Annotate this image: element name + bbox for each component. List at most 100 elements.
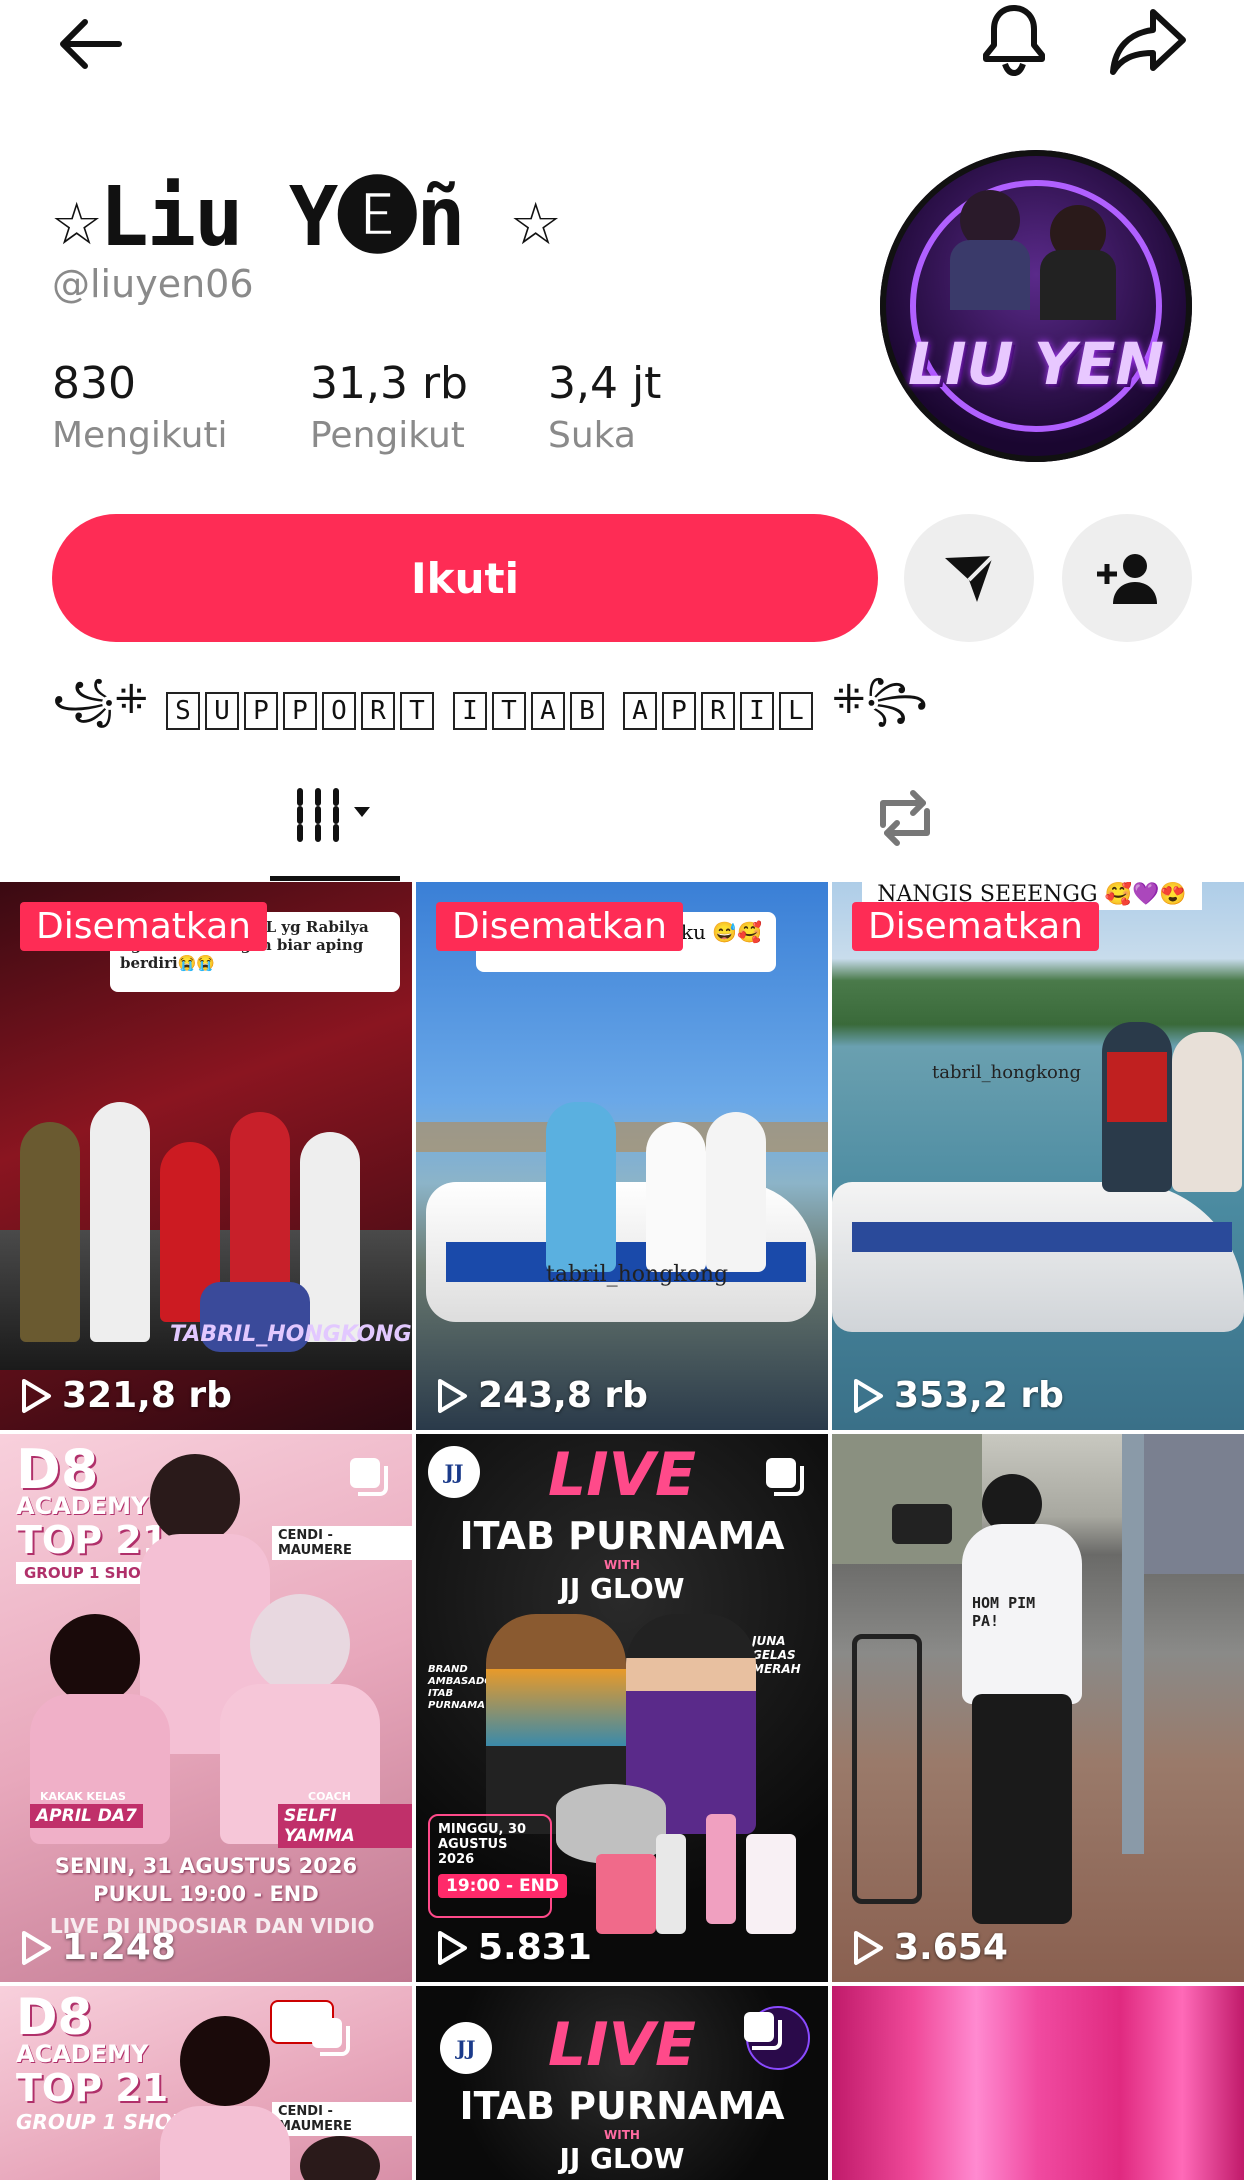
stat-likes-value: 3,4 jt — [548, 358, 662, 409]
poster-left-name: APRIL DA7 — [30, 1804, 143, 1828]
poster-right-tag: JUNA GELAS MERAH — [752, 1634, 801, 1676]
grid-icon — [297, 788, 370, 842]
back-button[interactable] — [48, 8, 132, 80]
poster-left-role: KAKAK KELAS — [40, 1790, 126, 1803]
stat-followers-label: Pengikut — [310, 415, 465, 456]
video-watermark: tabril_hongkong — [932, 1062, 1082, 1083]
bio-letter: B — [570, 692, 604, 730]
bio-letter: O — [322, 692, 356, 730]
video-watermark: tabril_hongkong — [546, 1262, 729, 1287]
video-tile[interactable]: JJ LIVE ITAB PURNAMA WITH JJ GLOW BRAND … — [416, 1434, 828, 1982]
bio: ꧁⁜ SUPPORT ITAB APRIL ⁜꧂ — [52, 668, 928, 750]
poster-time: 19:00 - END — [438, 1874, 567, 1898]
poster-top21: TOP 21 — [16, 2066, 169, 2110]
tab-videos-indicator — [270, 876, 400, 881]
poster-tag: CENDI - MAUMERE — [272, 2102, 412, 2136]
stat-followers[interactable]: 31,3 rb Pengikut — [310, 358, 468, 456]
stat-following-value: 830 — [52, 358, 136, 409]
video-watermark: TABRIL_HONGKONG — [170, 1322, 412, 1347]
poster-tag: CENDI - MAUMERE — [272, 1526, 412, 1560]
view-count: 3.654 — [852, 1927, 1008, 1968]
multi-photo-icon — [744, 2012, 782, 2050]
stat-following-label: Mengikuti — [52, 415, 228, 456]
view-count-value: 353,2 rb — [894, 1375, 1064, 1416]
pinned-badge: Disematkan — [852, 902, 1099, 951]
poster-time: PUKUL 19:00 - END — [93, 1882, 319, 1906]
bio-letter: U — [205, 692, 239, 730]
stat-followers-value: 31,3 rb — [310, 358, 468, 409]
video-tile[interactable]: JJ LIVE ITAB PURNAMA WITH JJ GLOW — [416, 1986, 828, 2180]
video-tile[interactable]: t aku iku 😅🥰 tabril_hongkong Disematkan … — [416, 882, 828, 1430]
view-count-value: 1.248 — [62, 1927, 176, 1968]
bio-letter: R — [701, 692, 735, 730]
video-grid: a fokus ke TABRIL yg Rabilya ngulurkan t… — [0, 882, 1244, 2180]
bio-word-april: APRIL — [623, 688, 818, 730]
bio-letter: P — [662, 692, 696, 730]
share-button[interactable] — [1108, 4, 1188, 80]
view-count: 353,2 rb — [852, 1375, 1064, 1416]
bio-letter: L — [779, 692, 813, 730]
stat-likes-label: Suka — [548, 415, 636, 456]
view-count: 243,8 rb — [436, 1375, 648, 1416]
poster-left-tag: BRAND AMBASADOR ITAB PURNAMA — [428, 1664, 501, 1711]
message-button[interactable] — [904, 514, 1034, 642]
send-message-icon — [945, 554, 995, 602]
poster-subtitle: JJ GLOW — [559, 1572, 685, 1605]
pinned-badge: Disematkan — [436, 902, 683, 951]
multi-photo-icon — [766, 1458, 804, 1496]
avatar-logo-text: LIU YEN — [908, 330, 1164, 398]
video-tile[interactable]: NANGIS SEEENGG 🥰💜😍 tabril_hongkong Disem… — [832, 882, 1244, 1430]
bio-word-itab: ITAB — [453, 688, 609, 730]
bio-letter: A — [623, 692, 657, 730]
tab-videos[interactable] — [270, 770, 400, 860]
avatar[interactable]: LIU YEN — [880, 150, 1192, 462]
poster-with: WITH — [604, 2128, 640, 2142]
poster-date: SENIN, 31 AGUSTUS 2026 — [54, 1854, 358, 1878]
view-count-value: 3.654 — [894, 1927, 1008, 1968]
stat-likes[interactable]: 3,4 jt Suka — [548, 358, 661, 456]
bio-letter: I — [453, 692, 487, 730]
poster-date: MINGGU, 30 AGUSTUS 2026 — [438, 1822, 527, 1867]
add-friend-button[interactable] — [1062, 514, 1192, 642]
arrow-left-icon — [60, 19, 122, 69]
bio-prefix: ꧁⁜ — [52, 677, 148, 723]
video-tile[interactable] — [832, 1986, 1244, 2180]
bio-word-support: SUPPORT — [166, 688, 439, 730]
bio-letter: R — [361, 692, 395, 730]
play-icon — [854, 1930, 883, 1965]
video-tile[interactable]: HOM PIM PA! 3.654 — [832, 1434, 1244, 1982]
play-icon — [22, 1930, 51, 1965]
repost-icon — [880, 790, 930, 846]
tab-reposts[interactable] — [860, 776, 950, 860]
play-icon — [854, 1378, 883, 1413]
view-count: 1.248 — [20, 1927, 176, 1968]
poster-title: ITAB PURNAMA — [459, 1514, 785, 1558]
poster-with: WITH — [604, 1558, 640, 1572]
bio-letter: P — [283, 692, 317, 730]
video-tile[interactable]: D8 ACADEMY TOP 21 GROUP 1 SHOW CENDI - M… — [0, 1434, 412, 1982]
view-count-value: 243,8 rb — [478, 1375, 648, 1416]
poster-right-role: COACH — [308, 1790, 351, 1803]
stat-following[interactable]: 830 Mengikuti — [52, 358, 228, 456]
poster-academy: ACADEMY — [16, 1492, 149, 1520]
bio-letter: T — [400, 692, 434, 730]
add-user-icon — [1097, 554, 1157, 604]
follow-button[interactable]: Ikuti — [52, 514, 878, 642]
view-count: 5.831 — [436, 1927, 592, 1968]
notification-bell-button[interactable] — [978, 0, 1050, 80]
video-tile[interactable]: a fokus ke TABRIL yg Rabilya ngulurkan t… — [0, 882, 412, 1430]
poster-d8: D8 — [16, 1988, 93, 2046]
bio-letter: S — [166, 692, 200, 730]
bell-icon — [983, 5, 1045, 77]
bio-suffix: ⁜꧂ — [832, 677, 928, 723]
display-name: ☆Liu Y🅔ñ ☆ — [52, 170, 560, 265]
view-count-value: 5.831 — [478, 1927, 592, 1968]
play-icon — [438, 1378, 467, 1413]
multi-photo-icon — [350, 1458, 388, 1496]
bio-letter: A — [531, 692, 565, 730]
video-tile[interactable]: D8 ACADEMY TOP 21 GROUP 1 SHOW CENDI - M… — [0, 1986, 412, 2180]
share-icon — [1110, 9, 1186, 75]
poster-title: ITAB PURNAMA — [459, 2084, 785, 2128]
view-count: 321,8 rb — [20, 1375, 232, 1416]
play-icon — [438, 1930, 467, 1965]
